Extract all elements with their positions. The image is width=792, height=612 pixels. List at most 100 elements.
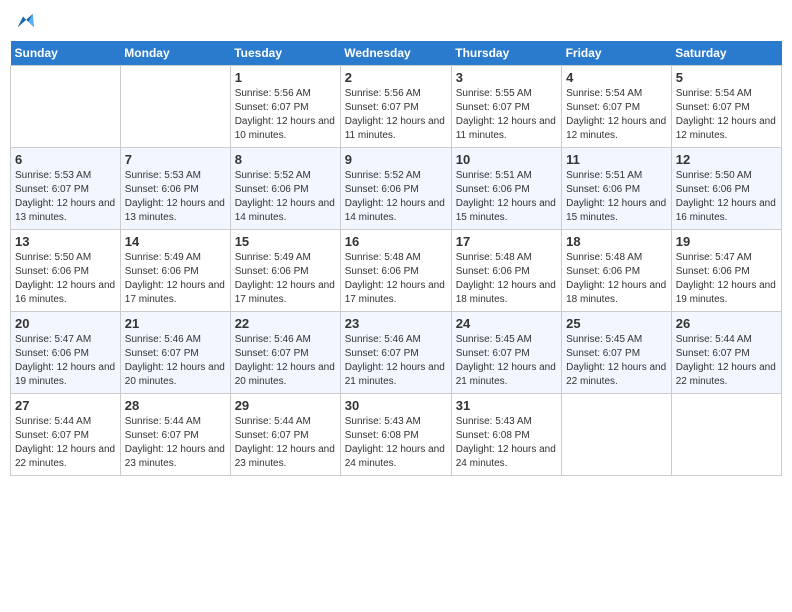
weekday-header-wednesday: Wednesday — [340, 41, 451, 66]
calendar-cell: 23 Sunrise: 5:46 AM Sunset: 6:07 PM Dayli… — [340, 311, 451, 393]
weekday-header-monday: Monday — [120, 41, 230, 66]
day-number: 30 — [345, 398, 447, 413]
day-number: 3 — [456, 70, 557, 85]
calendar-cell: 18Sunrise: 5:48 AM Sunset: 6:06 PM Dayli… — [562, 229, 672, 311]
week-row-4: 20 Sunrise: 5:47 AM Sunset: 6:06 PM Dayli… — [11, 311, 782, 393]
day-number: 29 — [235, 398, 336, 413]
day-info: Sunrise: 5:46 AM Sunset: 6:07 PM Dayligh… — [345, 333, 447, 389]
day-number: 9 — [345, 152, 447, 167]
calendar-cell: 19 Sunrise: 5:47 AM Sunset: 6:06 PM Dayli… — [671, 229, 781, 311]
calendar-cell: 2 Sunrise: 5:56 AM Sunset: 6:07 PM Daylig… — [340, 65, 451, 147]
day-info: Sunrise: 5:51 AM Sunset: 6:06 PM Dayligh… — [566, 169, 667, 225]
day-number: 28 — [125, 398, 226, 413]
day-number: 7 — [125, 152, 226, 167]
weekday-header-saturday: Saturday — [671, 41, 781, 66]
calendar-cell: 20 Sunrise: 5:47 AM Sunset: 6:06 PM Dayli… — [11, 311, 121, 393]
day-info: Sunrise: 5:49 AM Sunset: 6:06 PM Dayligh… — [125, 251, 226, 307]
weekday-header-sunday: Sunday — [11, 41, 121, 66]
calendar-cell: 9 Sunrise: 5:52 AM Sunset: 6:06 PM Daylig… — [340, 147, 451, 229]
day-info: Sunrise: 5:46 AM Sunset: 6:07 PM Dayligh… — [235, 333, 336, 389]
calendar-cell: 28 Sunrise: 5:44 AM Sunset: 6:07 PM Dayli… — [120, 393, 230, 475]
weekday-header-tuesday: Tuesday — [230, 41, 340, 66]
calendar-cell: 15 Sunrise: 5:49 AM Sunset: 6:06 PM Dayli… — [230, 229, 340, 311]
day-info: Sunrise: 5:51 AM Sunset: 6:06 PM Dayligh… — [456, 169, 557, 225]
calendar-table: SundayMondayTuesdayWednesdayThursdayFrid… — [10, 41, 782, 476]
day-number: 14 — [125, 234, 226, 249]
day-info: Sunrise: 5:45 AM Sunset: 6:07 PM Dayligh… — [456, 333, 557, 389]
day-info: Sunrise: 5:44 AM Sunset: 6:07 PM Dayligh… — [15, 415, 116, 471]
day-info: Sunrise: 5:53 AM Sunset: 6:06 PM Dayligh… — [125, 169, 226, 225]
day-info: Sunrise: 5:56 AM Sunset: 6:07 PM Dayligh… — [345, 87, 447, 143]
day-number: 6 — [15, 152, 116, 167]
calendar-cell: 13Sunrise: 5:50 AM Sunset: 6:06 PM Dayli… — [11, 229, 121, 311]
day-number: 26 — [676, 316, 777, 331]
day-info: Sunrise: 5:44 AM Sunset: 6:07 PM Dayligh… — [676, 333, 777, 389]
logo-icon — [12, 11, 34, 33]
calendar-cell: 7 Sunrise: 5:53 AM Sunset: 6:06 PM Daylig… — [120, 147, 230, 229]
calendar-cell: 22 Sunrise: 5:46 AM Sunset: 6:07 PM Dayli… — [230, 311, 340, 393]
week-row-2: 6 Sunrise: 5:53 AM Sunset: 6:07 PM Daylig… — [11, 147, 782, 229]
calendar-cell: 25Sunrise: 5:45 AM Sunset: 6:07 PM Dayli… — [562, 311, 672, 393]
week-row-5: 27 Sunrise: 5:44 AM Sunset: 6:07 PM Dayli… — [11, 393, 782, 475]
day-number: 16 — [345, 234, 447, 249]
week-row-3: 13Sunrise: 5:50 AM Sunset: 6:06 PM Dayli… — [11, 229, 782, 311]
day-number: 24 — [456, 316, 557, 331]
calendar-cell — [11, 65, 121, 147]
calendar-cell: 4 Sunrise: 5:54 AM Sunset: 6:07 PM Daylig… — [562, 65, 672, 147]
calendar-cell: 8 Sunrise: 5:52 AM Sunset: 6:06 PM Daylig… — [230, 147, 340, 229]
day-info: Sunrise: 5:43 AM Sunset: 6:08 PM Dayligh… — [456, 415, 557, 471]
calendar-cell: 17Sunrise: 5:48 AM Sunset: 6:06 PM Dayli… — [451, 229, 561, 311]
day-info: Sunrise: 5:53 AM Sunset: 6:07 PM Dayligh… — [15, 169, 116, 225]
calendar-cell: 30 Sunrise: 5:43 AM Sunset: 6:08 PM Dayli… — [340, 393, 451, 475]
day-number: 11 — [566, 152, 667, 167]
day-info: Sunrise: 5:50 AM Sunset: 6:06 PM Dayligh… — [676, 169, 777, 225]
day-number: 19 — [676, 234, 777, 249]
calendar-cell: 6 Sunrise: 5:53 AM Sunset: 6:07 PM Daylig… — [11, 147, 121, 229]
day-info: Sunrise: 5:49 AM Sunset: 6:06 PM Dayligh… — [235, 251, 336, 307]
calendar-cell — [671, 393, 781, 475]
day-number: 1 — [235, 70, 336, 85]
day-info: Sunrise: 5:54 AM Sunset: 6:07 PM Dayligh… — [566, 87, 667, 143]
day-number: 23 — [345, 316, 447, 331]
day-info: Sunrise: 5:44 AM Sunset: 6:07 PM Dayligh… — [125, 415, 226, 471]
calendar-cell: 27 Sunrise: 5:44 AM Sunset: 6:07 PM Dayli… — [11, 393, 121, 475]
day-info: Sunrise: 5:44 AM Sunset: 6:07 PM Dayligh… — [235, 415, 336, 471]
day-number: 2 — [345, 70, 447, 85]
day-number: 22 — [235, 316, 336, 331]
calendar-cell: 21Sunrise: 5:46 AM Sunset: 6:07 PM Dayli… — [120, 311, 230, 393]
day-number: 8 — [235, 152, 336, 167]
day-info: Sunrise: 5:47 AM Sunset: 6:06 PM Dayligh… — [676, 251, 777, 307]
day-info: Sunrise: 5:54 AM Sunset: 6:07 PM Dayligh… — [676, 87, 777, 143]
day-info: Sunrise: 5:46 AM Sunset: 6:07 PM Dayligh… — [125, 333, 226, 389]
day-info: Sunrise: 5:52 AM Sunset: 6:06 PM Dayligh… — [235, 169, 336, 225]
calendar-cell: 11 Sunrise: 5:51 AM Sunset: 6:06 PM Dayli… — [562, 147, 672, 229]
calendar-cell: 24 Sunrise: 5:45 AM Sunset: 6:07 PM Dayli… — [451, 311, 561, 393]
calendar-cell: 26 Sunrise: 5:44 AM Sunset: 6:07 PM Dayli… — [671, 311, 781, 393]
day-number: 12 — [676, 152, 777, 167]
day-number: 5 — [676, 70, 777, 85]
day-info: Sunrise: 5:47 AM Sunset: 6:06 PM Dayligh… — [15, 333, 116, 389]
day-number: 25 — [566, 316, 667, 331]
calendar-cell: 1 Sunrise: 5:56 AM Sunset: 6:07 PM Daylig… — [230, 65, 340, 147]
day-number: 27 — [15, 398, 116, 413]
day-info: Sunrise: 5:52 AM Sunset: 6:06 PM Dayligh… — [345, 169, 447, 225]
calendar-cell: 16Sunrise: 5:48 AM Sunset: 6:06 PM Dayli… — [340, 229, 451, 311]
calendar-cell — [120, 65, 230, 147]
day-number: 4 — [566, 70, 667, 85]
day-number: 18 — [566, 234, 667, 249]
day-info: Sunrise: 5:50 AM Sunset: 6:06 PM Dayligh… — [15, 251, 116, 307]
day-number: 10 — [456, 152, 557, 167]
calendar-cell: 12 Sunrise: 5:50 AM Sunset: 6:06 PM Dayli… — [671, 147, 781, 229]
day-info: Sunrise: 5:43 AM Sunset: 6:08 PM Dayligh… — [345, 415, 447, 471]
calendar-cell: 29 Sunrise: 5:44 AM Sunset: 6:07 PM Dayli… — [230, 393, 340, 475]
weekday-header-friday: Friday — [562, 41, 672, 66]
day-number: 15 — [235, 234, 336, 249]
calendar-cell: 31Sunrise: 5:43 AM Sunset: 6:08 PM Dayli… — [451, 393, 561, 475]
day-info: Sunrise: 5:56 AM Sunset: 6:07 PM Dayligh… — [235, 87, 336, 143]
weekday-header-row: SundayMondayTuesdayWednesdayThursdayFrid… — [11, 41, 782, 66]
calendar-cell: 5 Sunrise: 5:54 AM Sunset: 6:07 PM Daylig… — [671, 65, 781, 147]
weekday-header-thursday: Thursday — [451, 41, 561, 66]
day-number: 20 — [15, 316, 116, 331]
calendar-cell: 3Sunrise: 5:55 AM Sunset: 6:07 PM Daylig… — [451, 65, 561, 147]
day-number: 17 — [456, 234, 557, 249]
